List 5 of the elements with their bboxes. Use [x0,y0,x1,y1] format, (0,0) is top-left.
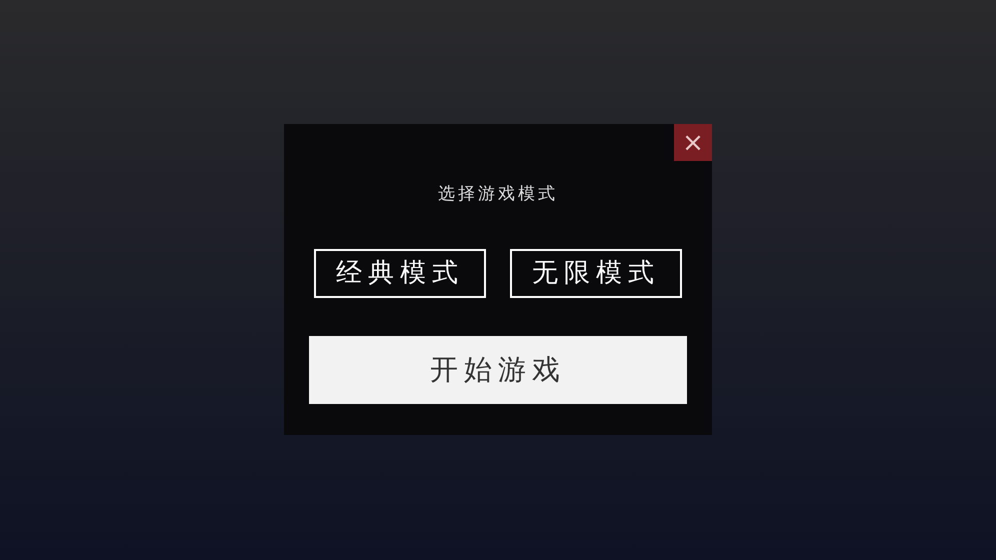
dialog-title: 选择游戏模式 [438,183,558,206]
mode-button[interactable]: 无限模式 [510,248,682,298]
mode-button[interactable]: 经典模式 [314,248,486,298]
close-button[interactable]: × [674,124,712,161]
start-game-button[interactable]: 开始游戏 [309,336,687,404]
